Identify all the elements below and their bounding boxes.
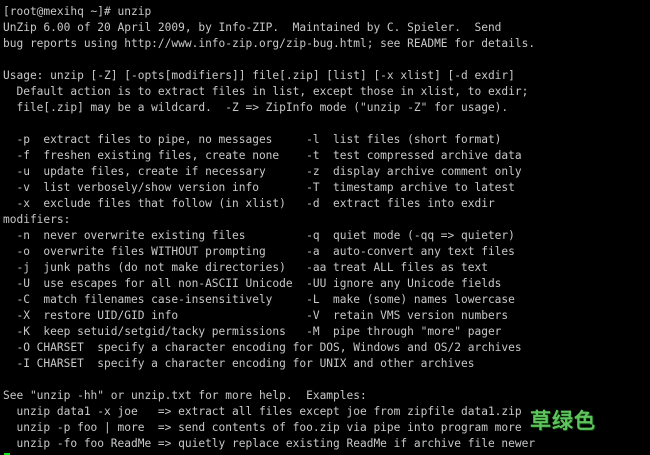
terminal-line: UnZip 6.00 of 20 April 2009, by Info-ZIP… xyxy=(3,21,502,34)
terminal-line: -v list verbosely/show version info -T t… xyxy=(3,181,515,194)
terminal-line: -K keep setuid/setgid/tacky permissions … xyxy=(3,325,502,338)
terminal-line: -j junk paths (do not make directories) … xyxy=(3,261,488,274)
terminal-line: -f freshen existing files, create none -… xyxy=(3,149,522,162)
shell-prompt: [root@mexihq ~]# unzip xyxy=(3,4,650,20)
terminal-line: -X restore UID/GID info -V retain VMS ve… xyxy=(3,309,509,322)
terminal-line: -x exclude files that follow (in xlist) … xyxy=(3,197,495,210)
terminal-line: -n never overwrite existing files -q qui… xyxy=(3,229,515,242)
terminal-line: bug reports using http://www.info-zip.or… xyxy=(3,37,536,50)
terminal-line: -U use escapes for all non-ASCII Unicode… xyxy=(3,277,502,290)
terminal-line: file[.zip] may be a wildcard. -Z => ZipI… xyxy=(3,101,509,114)
terminal-window[interactable]: [root@mexihq ~]# unzip UnZip 6.00 of 20 … xyxy=(0,0,650,455)
terminal-line: -u update files, create if necessary -z … xyxy=(3,165,522,178)
terminal-line: -I CHARSET specify a character encoding … xyxy=(3,357,475,370)
terminal-line: modifiers: xyxy=(3,213,71,226)
terminal-line: Usage: unzip [-Z] [-opts[modifiers]] fil… xyxy=(3,69,515,82)
terminal-line: -o overwrite files WITHOUT prompting -a … xyxy=(3,245,515,258)
terminal-line: See "unzip -hh" or unzip.txt for more he… xyxy=(3,389,367,402)
prompt-text: [root@mexihq ~]# unzip xyxy=(3,5,152,18)
terminal-line: Default action is to extract files in li… xyxy=(3,85,529,98)
watermark: 草绿色 xyxy=(530,409,596,433)
terminal-line: -O CHARSET specify a character encoding … xyxy=(3,341,522,354)
terminal-line: -C match filenames case-insensitively -L… xyxy=(3,293,515,306)
terminal-line: unzip -fo foo ReadMe => quietly replace … xyxy=(3,437,536,450)
terminal-line: -p extract files to pipe, no messages -l… xyxy=(3,133,502,146)
